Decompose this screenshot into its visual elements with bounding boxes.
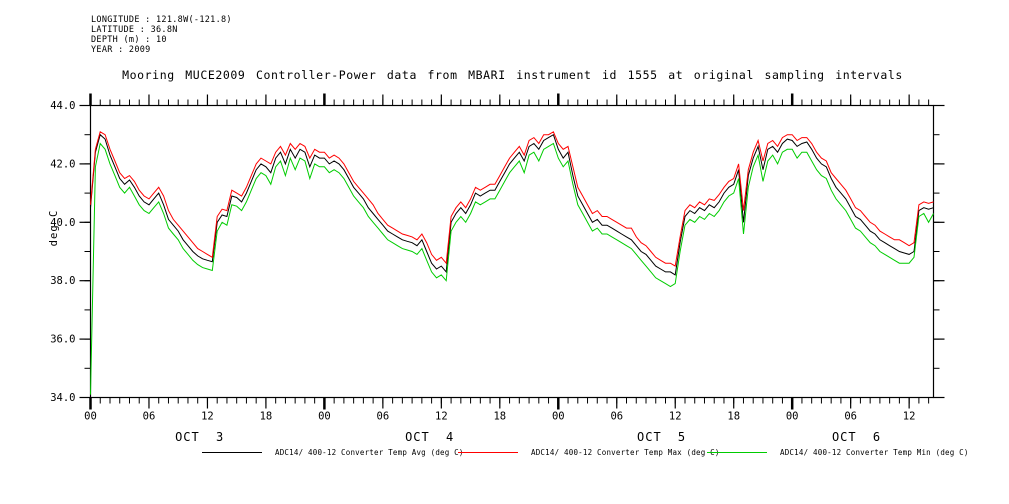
legend-label: ADC14/ 400-12 Converter Temp Min (deg C)	[780, 448, 969, 457]
x-tick-label: 06	[377, 411, 390, 423]
x-tick-label: 06	[143, 411, 156, 423]
legend-item-avg: ADC14/ 400-12 Converter Temp Avg (deg C)	[202, 447, 464, 457]
x-tick-label: 00	[318, 411, 331, 423]
x-tick-label: 18	[260, 411, 273, 423]
x-tick-label: 12	[669, 411, 682, 423]
y-tick-label: 34.0	[50, 392, 75, 404]
x-date-label: OCT 6	[832, 430, 881, 444]
x-date-label: OCT 3	[175, 430, 224, 444]
x-tick-label: 00	[552, 411, 565, 423]
x-tick-label: 00	[786, 411, 799, 423]
y-tick-label: 38.0	[50, 275, 75, 287]
legend-label: ADC14/ 400-12 Converter Temp Avg (deg C)	[275, 448, 464, 457]
y-tick-label: 42.0	[50, 158, 75, 170]
x-date-label: OCT 5	[637, 430, 686, 444]
legend-line-swatch	[707, 452, 767, 453]
x-tick-label: 00	[84, 411, 97, 423]
x-tick-label: 12	[435, 411, 448, 423]
x-tick-label: 18	[493, 411, 506, 423]
legend-item-max: ADC14/ 400-12 Converter Temp Max (deg C)	[458, 447, 720, 457]
x-tick-label: 12	[903, 411, 916, 423]
y-tick-label: 44.0	[50, 100, 75, 112]
legend-line-swatch	[458, 452, 518, 453]
y-tick-label: 40.0	[50, 217, 75, 229]
series-line-min	[91, 144, 934, 395]
plot-frame	[91, 106, 934, 398]
y-tick-label: 36.0	[50, 334, 75, 346]
x-date-label: OCT 4	[405, 430, 454, 444]
x-tick-label: 12	[201, 411, 214, 423]
x-tick-label: 18	[727, 411, 740, 423]
plot-page: LONGITUDE : 121.8W(-121.8) LATITUDE : 36…	[0, 0, 1009, 504]
legend-item-min: ADC14/ 400-12 Converter Temp Min (deg C)	[707, 447, 969, 457]
x-tick-label: 06	[610, 411, 623, 423]
temperature-line-chart: 00 06 12 18 00 06 12 18 00 06 12 18 00 06 12 OCT 3 OCT 4…	[0, 0, 1009, 504]
x-tick-label: 06	[844, 411, 857, 423]
legend-line-swatch	[202, 452, 262, 453]
legend-label: ADC14/ 400-12 Converter Temp Max (deg C)	[531, 448, 720, 457]
